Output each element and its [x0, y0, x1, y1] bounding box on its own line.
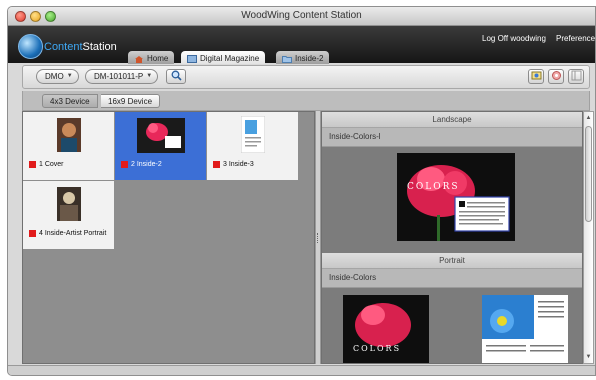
preview-scrollbar[interactable]: ▲ ▼ [583, 111, 594, 364]
tab-inside-2[interactable]: Inside-2 [276, 51, 330, 64]
page-label: 2 Inside-2 [121, 161, 162, 168]
chevron-down-icon: ▼ [146, 73, 153, 79]
issue-select-value: DM-101011-P [94, 72, 144, 81]
page-label: 3 Inside-3 [213, 161, 254, 168]
folder-icon [282, 55, 292, 63]
preferences-link[interactable]: Preferences [556, 34, 595, 43]
window-title: WoodWing Content Station [241, 10, 362, 21]
colors-title: COLORS [353, 344, 401, 353]
logoff-link[interactable]: Log Off woodwing [482, 34, 546, 43]
toolbar: DMO ▼ DM-101011-P ▼ [22, 65, 590, 89]
app-logo-text: ContentStation [44, 41, 117, 53]
settings-icon [551, 68, 562, 86]
magazine-icon [187, 55, 197, 63]
landscape-preview[interactable]: COLORS [322, 147, 582, 253]
tab-digital-magazine-label: Digital Magazine [200, 54, 260, 63]
scroll-down-arrow-icon[interactable]: ▼ [584, 352, 593, 362]
tab-inside-2-label: Inside-2 [295, 54, 324, 63]
app-window: WoodWing Content Station ContentStation … [7, 6, 596, 376]
brand-select-value: DMO [45, 72, 64, 81]
page-thumbnail [137, 118, 185, 153]
panel-icon [571, 68, 582, 86]
panel-toggle-button[interactable] [568, 69, 584, 84]
colors-title: COLORS [407, 182, 460, 192]
landscape-heading: Landscape [322, 112, 582, 128]
portrait-page-preview-1: COLORS [343, 295, 429, 363]
brand-select[interactable]: DMO ▼ [36, 69, 79, 84]
status-bar [8, 365, 595, 375]
status-indicator [29, 230, 36, 237]
page-thumbnail [57, 187, 81, 221]
status-indicator [121, 161, 128, 168]
page-thumbnail [57, 118, 81, 152]
scrollbar-thumb[interactable] [585, 126, 592, 222]
status-indicator [29, 161, 36, 168]
chevron-down-icon: ▼ [66, 73, 73, 79]
device-16x9-button[interactable]: 16x9 Device [101, 94, 161, 108]
portrait-subheading: Inside-Colors [322, 269, 582, 288]
scroll-up-arrow-icon[interactable]: ▲ [584, 113, 593, 123]
page-tile-artist-portrait[interactable]: 4 Inside-Artist Portrait [23, 181, 115, 250]
search-button[interactable] [166, 69, 186, 84]
splitter-grip-icon [317, 233, 319, 243]
pages-grid: 1 Cover 2 Inside-2 3 Inside-3 4 Inside-A… [22, 111, 315, 364]
home-icon [134, 55, 144, 63]
content-station-logo-icon [18, 34, 43, 59]
page-tile-inside-3[interactable]: 3 Inside-3 [207, 112, 299, 181]
portrait-preview[interactable]: COLORS [322, 288, 582, 363]
title-bar[interactable]: WoodWing Content Station [8, 7, 595, 26]
landscape-subheading: Inside-Colors-l [322, 128, 582, 147]
app-header: ContentStation Log Off woodwing Preferen… [8, 26, 595, 64]
status-indicator [213, 161, 220, 168]
page-tile-cover[interactable]: 1 Cover [23, 112, 115, 181]
settings-button[interactable] [548, 69, 564, 84]
magnifier-icon [171, 68, 182, 86]
device-selector-bar: 4x3 Device 16x9 Device [22, 91, 590, 111]
page-label: 4 Inside-Artist Portrait [29, 230, 106, 237]
device-4x3-button[interactable]: 4x3 Device [42, 94, 98, 108]
preview-pane: Landscape Inside-Colors-l COLORS Portrai… [321, 111, 583, 364]
portrait-heading: Portrait [322, 253, 582, 269]
page-label: 1 Cover [29, 161, 64, 168]
preview-button[interactable] [528, 69, 544, 84]
tab-digital-magazine[interactable]: Digital Magazine [181, 51, 266, 64]
issue-select[interactable]: DM-101011-P ▼ [85, 69, 159, 84]
portrait-page-preview-2 [482, 295, 568, 363]
page-thumbnail [241, 116, 265, 153]
preview-icon [531, 68, 542, 86]
page-tile-inside-2[interactable]: 2 Inside-2 [115, 112, 207, 181]
landscape-page-preview: COLORS [397, 153, 515, 241]
tab-home[interactable]: Home [128, 51, 175, 64]
tab-home-label: Home [147, 54, 169, 63]
